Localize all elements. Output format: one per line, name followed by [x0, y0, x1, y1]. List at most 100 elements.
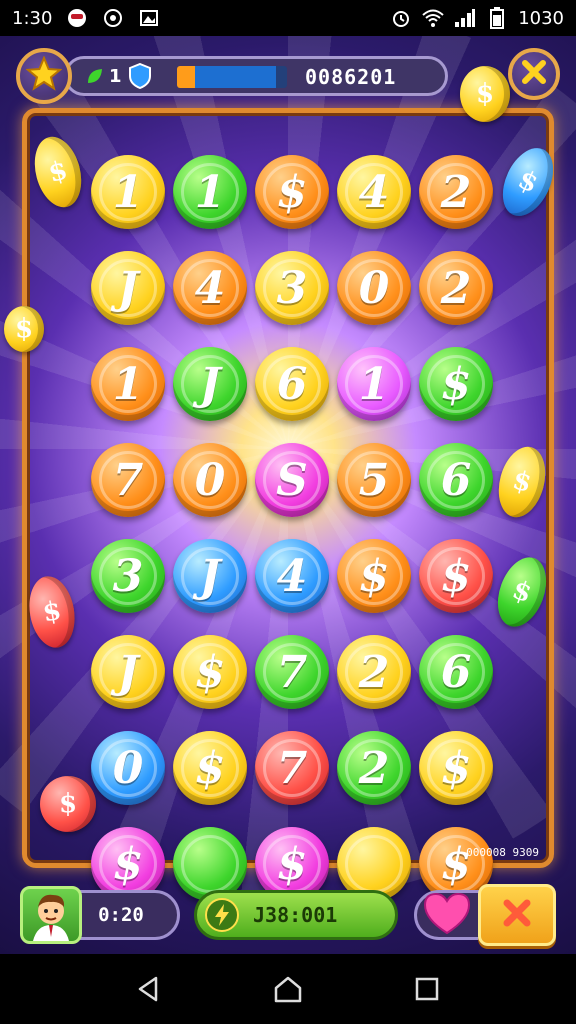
coin[interactable]: J	[173, 347, 247, 421]
coin-label: 1	[99, 355, 157, 413]
coin[interactable]: 2	[337, 635, 411, 709]
leaf-icon	[85, 66, 105, 86]
coin-label: $	[427, 739, 485, 797]
status-bar: 1:30 1030	[0, 0, 576, 36]
coin[interactable]: 0	[91, 731, 165, 805]
coin[interactable]: S	[255, 443, 329, 517]
game-face-icon	[66, 7, 88, 29]
status-time: 1:30	[12, 7, 53, 29]
coin[interactable]: 0	[173, 443, 247, 517]
coin[interactable]: J	[173, 539, 247, 613]
coin[interactable]: $	[419, 539, 493, 613]
at-icon	[102, 7, 124, 29]
wifi-icon	[422, 7, 444, 29]
cancel-button[interactable]	[478, 884, 556, 946]
battery-icon	[486, 7, 508, 29]
coin-label: 2	[427, 163, 485, 221]
level-progress-bar	[177, 66, 287, 88]
coin[interactable]: $	[173, 635, 247, 709]
game-screen: 1 0086201 1 1 $4 2 J 4 3 0 2 1 J 6 1 $7 0 S 5 6 3 J 4 $ $ J $7 2 6…	[0, 36, 576, 954]
shield-icon	[128, 62, 152, 90]
coin-label: J	[99, 259, 157, 317]
coin-label: 6	[263, 355, 321, 413]
coin[interactable]: 6	[255, 347, 329, 421]
coin[interactable]: 2	[419, 155, 493, 229]
coin-label: 7	[263, 643, 321, 701]
coin-label: 1	[99, 163, 157, 221]
coin-label: 0	[181, 451, 239, 509]
home-icon[interactable]	[268, 969, 308, 1009]
heart-icon	[421, 891, 473, 939]
coin[interactable]: 1	[337, 347, 411, 421]
coin[interactable]: J	[91, 251, 165, 325]
close-icon	[521, 59, 547, 89]
coin-label: 5	[345, 451, 403, 509]
player-avatar-icon[interactable]	[20, 886, 82, 944]
coin[interactable]: 1	[173, 155, 247, 229]
coin[interactable]: J	[91, 635, 165, 709]
decor-coin: $	[460, 66, 510, 122]
coin-label: 1	[345, 355, 403, 413]
coin[interactable]: 1	[91, 155, 165, 229]
coin[interactable]: 4	[255, 539, 329, 613]
coin-label: 2	[427, 259, 485, 317]
coins-value: J38:001	[253, 903, 338, 927]
coin-label: $	[427, 355, 485, 413]
timer-value: 0:20	[98, 904, 144, 926]
coin-label: 7	[99, 451, 157, 509]
level-progress-fill	[177, 66, 276, 88]
coin[interactable]: $	[337, 539, 411, 613]
coin-label: 2	[345, 643, 403, 701]
close-icon	[501, 897, 533, 933]
recents-square-icon[interactable]	[407, 969, 447, 1009]
coins-pill[interactable]: J38:001	[194, 890, 398, 940]
coin[interactable]: $	[419, 347, 493, 421]
coin[interactable]: 0	[337, 251, 411, 325]
level-count: 1	[109, 65, 122, 87]
level-progress-pill: 1 0086201	[64, 56, 448, 96]
coin[interactable]: 5	[337, 443, 411, 517]
coin[interactable]: $	[173, 731, 247, 805]
coin-label: $	[181, 643, 239, 701]
coin[interactable]: 6	[419, 635, 493, 709]
coin-label: J	[99, 643, 157, 701]
back-triangle-icon[interactable]	[129, 969, 169, 1009]
coin-label: 4	[181, 259, 239, 317]
coin[interactable]: 1	[91, 347, 165, 421]
bottom-hud: 0:20 J38:001	[0, 880, 576, 954]
coin-label: J	[181, 547, 239, 605]
coin-label: 2	[345, 739, 403, 797]
coin-label: 1	[181, 163, 239, 221]
coin[interactable]: 7	[91, 443, 165, 517]
coin[interactable]: 2	[419, 251, 493, 325]
coin-label: 6	[427, 643, 485, 701]
star-button[interactable]	[16, 48, 72, 104]
coin-label: $	[345, 547, 403, 605]
lives-button[interactable]	[414, 890, 484, 940]
coin[interactable]: 4	[337, 155, 411, 229]
coin[interactable]: 2	[337, 731, 411, 805]
close-button[interactable]	[508, 48, 560, 100]
coin[interactable]: 3	[255, 251, 329, 325]
image-icon	[138, 7, 160, 29]
coin-label: 0	[345, 259, 403, 317]
status-clock: 1030	[518, 7, 564, 29]
signal-icon	[454, 7, 476, 29]
coin-label: 6	[427, 451, 485, 509]
coin[interactable]: $	[419, 731, 493, 805]
coin[interactable]: 6	[419, 443, 493, 517]
coin-label: 4	[345, 163, 403, 221]
decor-coin: $	[40, 776, 96, 832]
coin-label: 3	[99, 547, 157, 605]
coin[interactable]: $	[255, 155, 329, 229]
coin[interactable]: 7	[255, 731, 329, 805]
star-icon	[25, 55, 63, 96]
coin[interactable]: 7	[255, 635, 329, 709]
coin-label: $	[427, 547, 485, 605]
coin-label: 0	[99, 739, 157, 797]
decor-coin: $	[4, 306, 44, 352]
coin[interactable]: 4	[173, 251, 247, 325]
coin[interactable]: 3	[91, 539, 165, 613]
coin-label: 3	[263, 259, 321, 317]
board-code: 000008 9309	[466, 846, 539, 859]
